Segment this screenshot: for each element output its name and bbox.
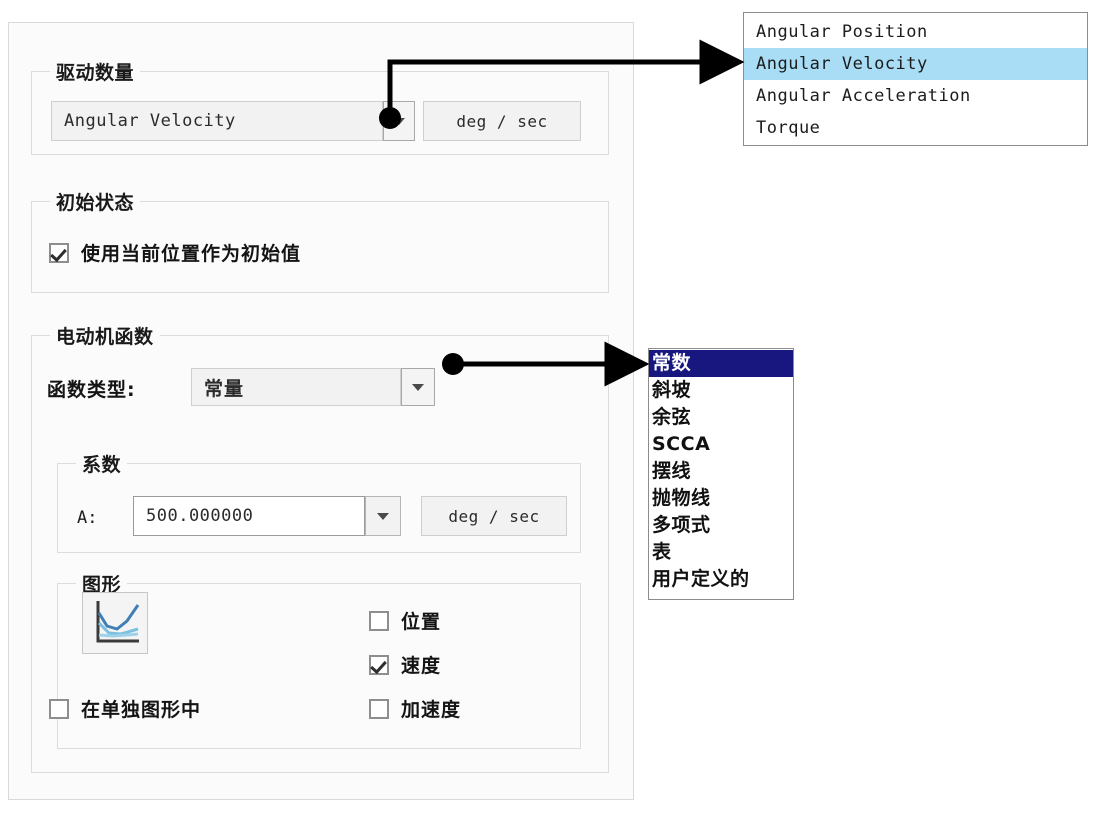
list-item[interactable]: Angular Position [744,16,1087,48]
coefficient-a-dropdown-button[interactable] [365,496,401,536]
driver-settings-panel: 驱动数量 Angular Velocity deg / sec 初始状态 使用当… [8,22,634,800]
line-chart-icon-button[interactable] [82,592,148,654]
list-item[interactable]: 余弦 [649,404,793,431]
chevron-down-icon [412,383,424,391]
acceleration-checkbox[interactable] [369,698,389,719]
coefficient-a-unit: deg / sec [421,496,567,536]
driver-quantity-dropdown-list[interactable]: Angular Position Angular Velocity Angula… [743,12,1088,146]
list-item[interactable]: Angular Velocity [744,48,1087,80]
list-item[interactable]: Torque [744,112,1087,144]
position-label: 位置 [401,611,442,633]
position-checkbox[interactable] [369,610,389,631]
list-item[interactable]: 常数 [649,350,793,377]
list-item[interactable]: 用户定义的 [649,566,793,593]
separate-plot-checkbox-row[interactable]: 在单独图形中 [49,695,201,722]
list-item[interactable]: 斜坡 [649,377,793,404]
use-current-position-label: 使用当前位置作为初始值 [81,243,302,265]
coefficients-group-title: 系数 [76,450,128,477]
line-chart-icon [96,601,140,643]
list-item[interactable]: 摆线 [649,458,793,485]
separate-plot-checkbox[interactable] [49,698,69,719]
acceleration-checkbox-row[interactable]: 加速度 [369,695,461,722]
driver-quantity-dropdown-button[interactable] [383,101,415,141]
function-type-dropdown-list[interactable]: 常数 斜坡 余弦 SCCA 摆线 抛物线 多项式 表 用户定义的 [648,348,794,600]
motor-function-group-title: 电动机函数 [50,322,160,349]
velocity-checkbox-row[interactable]: 速度 [369,651,441,678]
coefficient-a-label: A: [77,508,98,528]
list-item[interactable]: 多项式 [649,512,793,539]
coefficient-a-input[interactable]: 500.000000 [133,496,365,536]
acceleration-label: 加速度 [401,699,462,721]
separate-plot-label: 在单独图形中 [81,699,202,721]
function-type-combo-value[interactable]: 常量 [191,368,401,406]
function-type-label: 函数类型: [47,379,136,401]
function-type-dropdown-button[interactable] [401,368,435,406]
use-current-position-checkbox[interactable] [49,242,69,263]
velocity-label: 速度 [401,655,442,677]
list-item[interactable]: 抛物线 [649,485,793,512]
driver-quantity-combo-value[interactable]: Angular Velocity [51,101,383,141]
list-item[interactable]: 表 [649,539,793,566]
chevron-down-icon [393,117,405,125]
driver-quantity-unit: deg / sec [423,101,581,141]
initial-state-group-title: 初始状态 [50,188,141,215]
driver-quantity-group-title: 驱动数量 [50,58,141,85]
use-current-position-checkbox-row[interactable]: 使用当前位置作为初始值 [49,239,301,266]
chevron-down-icon [377,512,389,520]
list-item[interactable]: Angular Acceleration [744,80,1087,112]
velocity-checkbox[interactable] [369,654,389,675]
list-item[interactable]: SCCA [649,431,793,458]
position-checkbox-row[interactable]: 位置 [369,607,441,634]
